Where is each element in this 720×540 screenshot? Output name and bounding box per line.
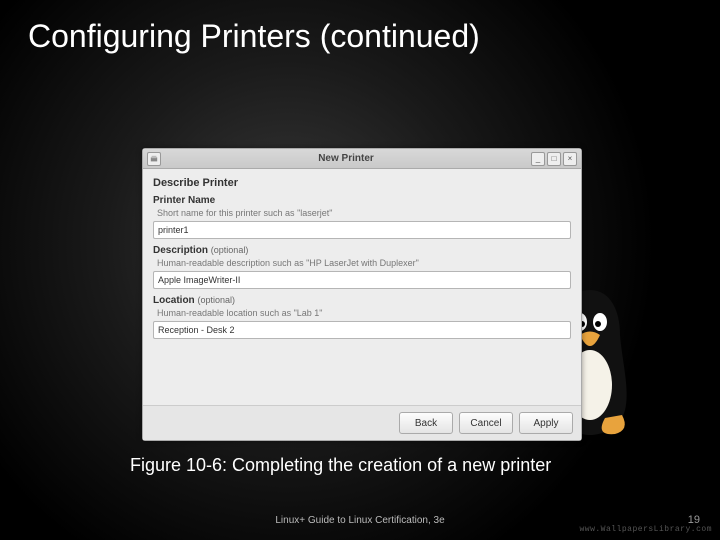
window-body: Describe Printer Printer Name Short name… xyxy=(143,169,581,405)
slide-title: Configuring Printers (continued) xyxy=(0,0,720,55)
app-icon xyxy=(147,152,161,166)
titlebar: New Printer _ □ × xyxy=(143,149,581,169)
description-input[interactable] xyxy=(153,271,571,289)
description-label: Description (optional) xyxy=(153,245,571,256)
button-bar: Back Cancel Apply xyxy=(143,405,581,440)
window-title: New Printer xyxy=(161,153,531,164)
description-hint: Human-readable description such as "HP L… xyxy=(157,258,571,268)
new-printer-window: New Printer _ □ × Describe Printer Print… xyxy=(142,148,582,441)
description-optional: (optional) xyxy=(211,245,249,255)
figure-caption: Figure 10-6: Completing the creation of … xyxy=(130,455,551,476)
location-optional: (optional) xyxy=(197,295,235,305)
location-input[interactable] xyxy=(153,321,571,339)
printer-name-hint: Short name for this printer such as "las… xyxy=(157,208,571,218)
cancel-button[interactable]: Cancel xyxy=(459,412,513,434)
close-button[interactable]: × xyxy=(563,152,577,166)
printer-name-label: Printer Name xyxy=(153,195,571,206)
location-label-text: Location xyxy=(153,295,195,306)
back-button[interactable]: Back xyxy=(399,412,453,434)
printer-name-input[interactable] xyxy=(153,221,571,239)
apply-button[interactable]: Apply xyxy=(519,412,573,434)
section-heading: Describe Printer xyxy=(153,177,571,189)
description-label-text: Description xyxy=(153,245,208,256)
minimize-button[interactable]: _ xyxy=(531,152,545,166)
maximize-button[interactable]: □ xyxy=(547,152,561,166)
watermark: www.WallpapersLibrary.com xyxy=(579,525,712,534)
location-label: Location (optional) xyxy=(153,295,571,306)
location-hint: Human-readable location such as "Lab 1" xyxy=(157,308,571,318)
